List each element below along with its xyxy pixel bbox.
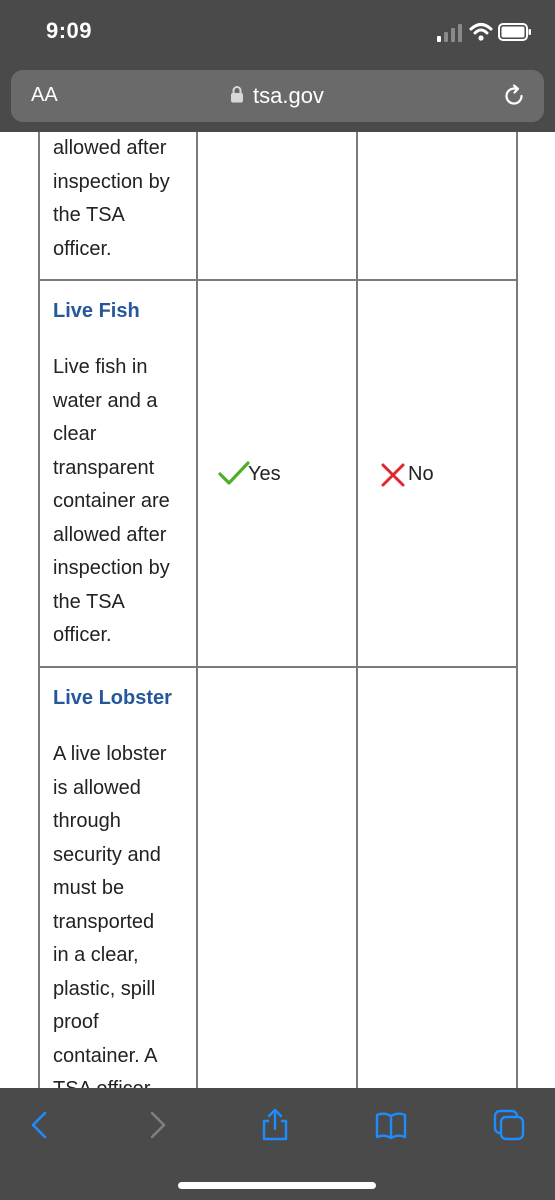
description-line: officer.	[53, 237, 112, 260]
cellular-signal-icon	[437, 24, 462, 42]
checked-bag-value: No	[408, 463, 434, 485]
item-description: Live fish in water and a clear transpare…	[53, 351, 193, 653]
row-divider	[38, 666, 518, 668]
table-border-left	[38, 132, 40, 1088]
checkmark-icon	[218, 461, 250, 485]
description-line: Live fish in	[53, 356, 148, 378]
description-line: through	[53, 810, 121, 832]
description-line: container. A	[53, 1044, 158, 1067]
x-mark-icon	[381, 463, 405, 487]
description-line: plastic, spill	[53, 977, 156, 1000]
description-line: proof	[53, 1011, 99, 1033]
battery-icon	[498, 23, 531, 41]
row-divider	[38, 279, 518, 281]
bookmarks-icon[interactable]	[374, 1108, 408, 1142]
description-line: allowed after	[53, 137, 167, 159]
table-border-col2	[356, 132, 358, 1088]
item-link-live-lobster[interactable]: Live Lobster	[53, 687, 172, 710]
status-bar: 9:09	[0, 0, 555, 66]
back-icon[interactable]	[22, 1108, 56, 1142]
web-content: allowed after inspection by the TSA offi…	[0, 132, 555, 1088]
forward-icon[interactable]	[141, 1108, 175, 1142]
lock-icon	[231, 86, 243, 103]
browser-toolbar	[0, 1088, 555, 1200]
description-line: TSA officer	[53, 1073, 193, 1088]
description-line: transparent	[53, 456, 155, 479]
description-line: is allowed	[53, 776, 141, 799]
description-line: allowed after	[53, 523, 167, 546]
text-size-button[interactable]: AA	[31, 84, 58, 107]
table-border-right	[516, 132, 518, 1088]
status-time: 9:09	[46, 18, 93, 43]
description-line: inspection by	[53, 557, 170, 579]
reload-icon[interactable]	[501, 83, 527, 109]
description-line: in a clear,	[53, 944, 139, 966]
item-description: A live lobster is allowed through securi…	[53, 738, 193, 1088]
description-line: water and a	[53, 389, 158, 412]
description-line: the TSA	[53, 590, 125, 613]
description-line: transported	[53, 910, 155, 933]
description-line: officer.	[53, 624, 112, 646]
description-line: clear	[53, 423, 97, 445]
description-line: container are	[53, 490, 170, 512]
home-indicator[interactable]	[178, 1182, 376, 1189]
wifi-icon	[469, 23, 493, 41]
carry-on-value: Yes	[248, 463, 281, 485]
tabs-icon[interactable]	[492, 1108, 526, 1142]
description-line: the TSA	[53, 204, 125, 226]
description-line: A live lobster	[53, 743, 167, 765]
item-link-live-fish[interactable]: Live Fish	[53, 300, 140, 323]
description-line: inspection by	[53, 170, 170, 193]
description-line: security and	[53, 843, 161, 866]
table-border-col1	[196, 132, 198, 1088]
browser-address-area: AA tsa.gov	[0, 66, 555, 132]
address-bar[interactable]: AA tsa.gov	[11, 70, 544, 122]
description-line: must be	[53, 877, 125, 899]
url-text[interactable]: tsa.gov	[253, 83, 324, 109]
share-icon[interactable]	[258, 1108, 292, 1142]
table-row: allowed after inspection by the TSA offi…	[53, 132, 193, 266]
